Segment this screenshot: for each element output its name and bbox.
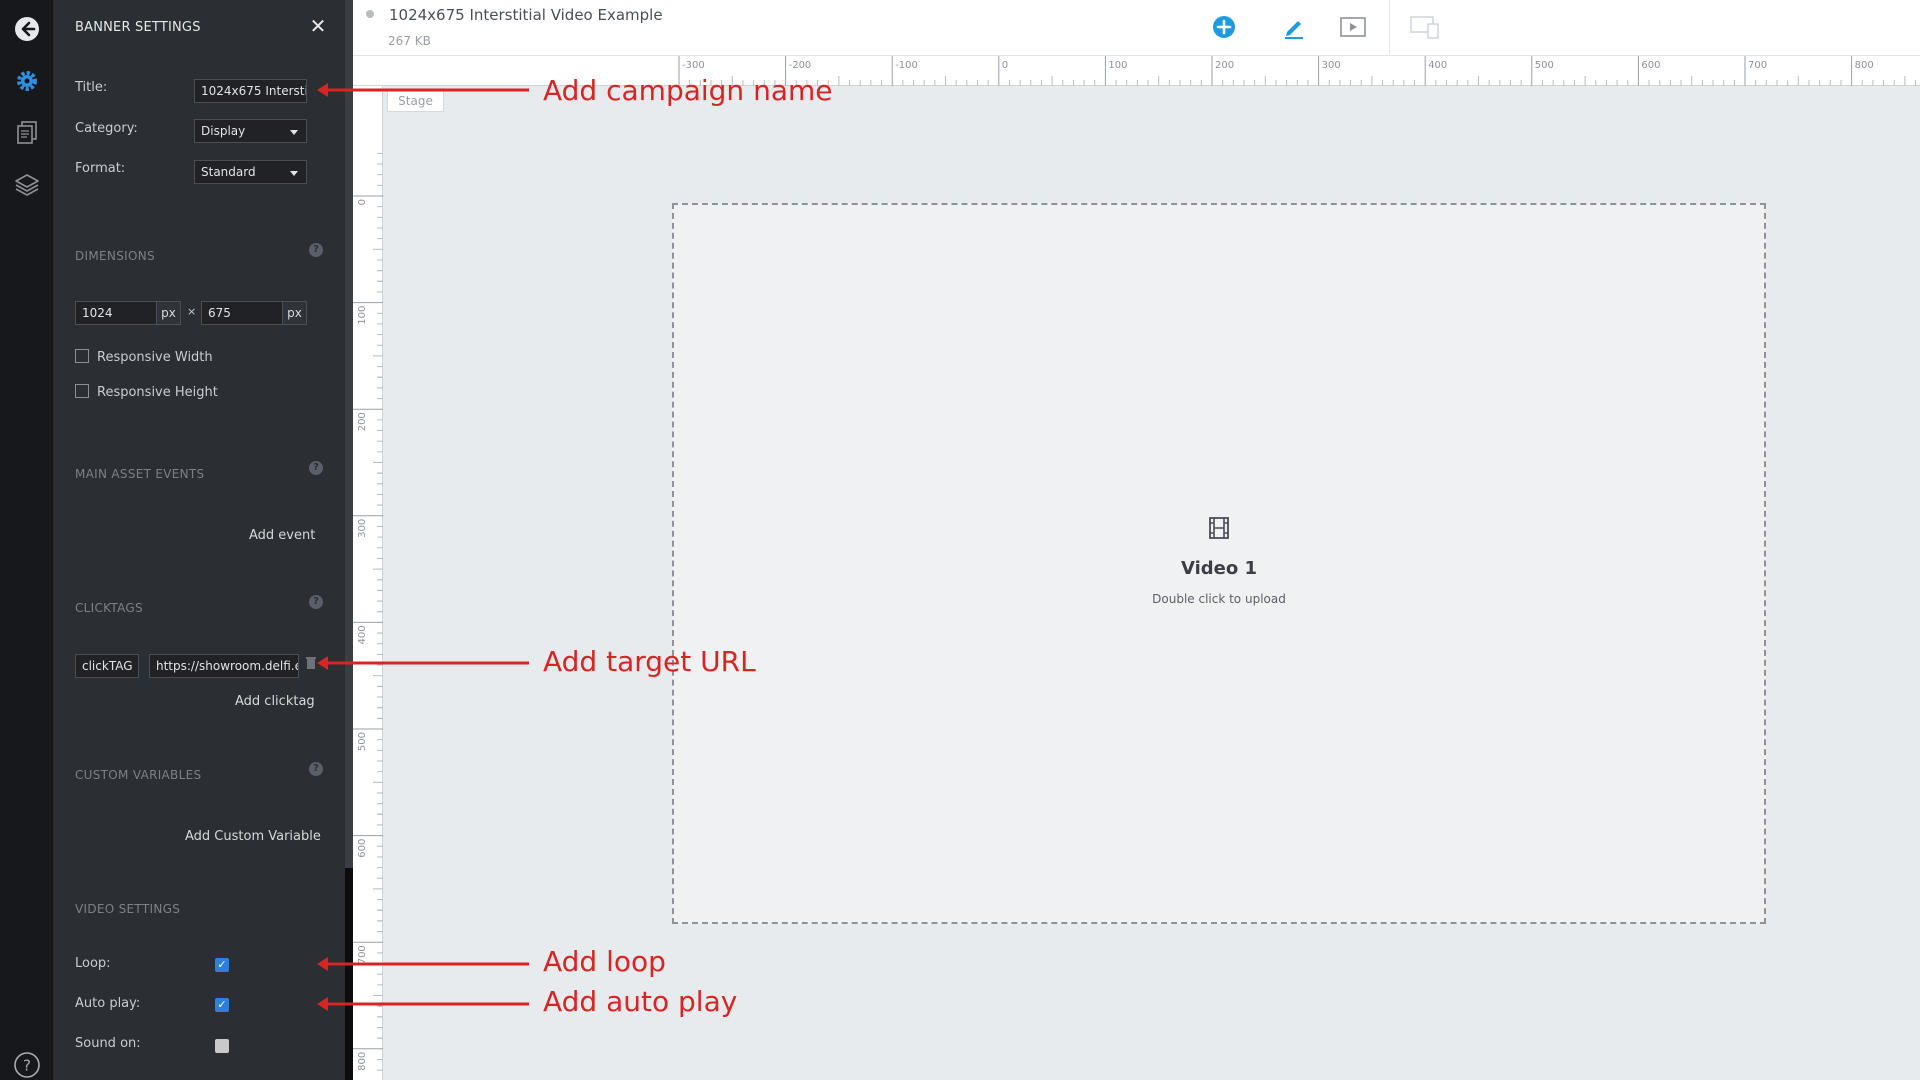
close-icon[interactable]: ✕ (306, 14, 330, 38)
help-icon[interactable]: ? (309, 243, 323, 257)
svg-text:?: ? (23, 1056, 31, 1074)
dimensions-heading: DIMENSIONS (75, 249, 155, 263)
clicktags-heading: CLICKTAGS (75, 601, 143, 615)
category-select[interactable]: Display (194, 119, 307, 143)
ruler-label: -100 (895, 60, 918, 71)
panel-title: BANNER SETTINGS (75, 20, 201, 35)
ruler-label: 600 (1641, 60, 1660, 71)
width-unit: px (156, 301, 181, 325)
help-icon[interactable]: ? (10, 1048, 43, 1080)
panel-scrollbar-track (345, 868, 353, 1080)
responsive-width-label: Responsive Width (97, 350, 213, 365)
ruler-label: 400 (357, 625, 368, 644)
video-settings-heading: VIDEO SETTINGS (75, 902, 181, 916)
annotation-url: Add target URL (543, 645, 756, 678)
autoplay-checkbox[interactable]: ✓ (215, 998, 229, 1012)
document-size: 267 KB (388, 34, 431, 48)
ruler-label: 700 (1748, 60, 1767, 71)
ruler-label: -300 (682, 60, 705, 71)
top-bar: 1024x675 Interstitial Video Example 267 … (353, 0, 1920, 56)
help-icon[interactable]: ? (309, 461, 323, 475)
edit-icon[interactable] (1277, 10, 1311, 44)
annotation-arrow (317, 83, 529, 97)
gear-icon[interactable] (10, 64, 43, 97)
annotation-arrow (317, 656, 529, 670)
autoplay-label: Auto play: (75, 996, 141, 1011)
annotation-campaign: Add campaign name (543, 74, 833, 107)
title-label: Title: (75, 80, 108, 95)
category-label: Category: (75, 121, 138, 136)
back-icon[interactable] (10, 12, 43, 45)
responsive-width-checkbox[interactable] (75, 349, 89, 363)
ruler-label: 600 (357, 839, 368, 858)
annotation-arrow (317, 957, 529, 971)
title-input[interactable]: 1024x675 Interstitial Video Example (194, 79, 307, 103)
add-custom-variable-link[interactable]: Add Custom Variable (185, 829, 321, 844)
clicktag-name-input[interactable]: clickTAG (75, 654, 139, 678)
ruler-label: 100 (1108, 60, 1127, 71)
ruler-label: 300 (1322, 60, 1341, 71)
add-event-link[interactable]: Add event (249, 528, 315, 543)
status-dot (366, 10, 374, 18)
category-value: Display (201, 124, 246, 138)
help-icon[interactable]: ? (309, 595, 323, 609)
width-input[interactable]: 1024 (75, 301, 157, 325)
annotation-arrow (317, 997, 529, 1011)
film-icon (1207, 516, 1231, 540)
clicktag-url-input[interactable]: https://showroom.delfi.ee (149, 654, 299, 678)
ruler-label: 300 (357, 519, 368, 538)
video-placeholder-hint: Double click to upload (1152, 592, 1286, 606)
layers-icon[interactable] (10, 168, 43, 201)
annotation-autoplay: Add auto play (543, 985, 738, 1018)
ruler-label: 500 (1535, 60, 1554, 71)
ruler-label: 800 (357, 1052, 368, 1071)
ruler-label: 0 (1002, 60, 1008, 71)
ruler-label: -200 (789, 60, 812, 71)
icon-rail: ? (0, 0, 53, 1080)
responsive-height-checkbox[interactable] (75, 384, 89, 398)
chevron-down-icon (290, 171, 298, 176)
chevron-down-icon (290, 130, 298, 135)
format-label: Format: (75, 161, 126, 176)
responsive-height-label: Responsive Height (97, 385, 218, 400)
video-placeholder-title: Video 1 (1180, 558, 1258, 579)
ruler-label: 100 (357, 306, 368, 325)
help-icon[interactable]: ? (309, 762, 323, 776)
add-icon[interactable] (1207, 10, 1241, 44)
loop-label: Loop: (75, 956, 111, 971)
ruler-label: 800 (1855, 60, 1874, 71)
preview-icon[interactable] (1336, 10, 1370, 44)
times-sign: × (187, 305, 197, 318)
panel-scrollbar[interactable] (345, 0, 353, 868)
add-clicktag-link[interactable]: Add clicktag (235, 694, 315, 709)
toolbar-separator (1389, 0, 1390, 56)
format-value: Standard (201, 165, 256, 179)
ruler-label: 200 (357, 412, 368, 431)
custom-variables-heading: CUSTOM VARIABLES (75, 768, 202, 782)
height-input[interactable]: 675 (201, 301, 283, 325)
main-asset-events-heading: MAIN ASSET EVENTS (75, 467, 205, 481)
ruler-label: 400 (1428, 60, 1447, 71)
annotation-loop: Add loop (543, 945, 666, 978)
format-select[interactable]: Standard (194, 160, 307, 184)
sound-label: Sound on: (75, 1036, 141, 1051)
pages-icon[interactable] (10, 116, 43, 149)
height-unit: px (282, 301, 307, 325)
loop-checkbox[interactable]: ✓ (215, 958, 229, 972)
vertical-ruler: 0 100 200 300 400 500 600 700 800 (353, 86, 383, 1080)
document-title: 1024x675 Interstitial Video Example (389, 6, 663, 24)
ruler-label: 0 (357, 199, 368, 205)
sound-checkbox[interactable] (215, 1039, 229, 1053)
ruler-label: 200 (1215, 60, 1234, 71)
ruler-label: 500 (357, 732, 368, 751)
responsive-preview-icon[interactable] (1408, 10, 1442, 44)
banner-settings-panel: BANNER SETTINGS ✕ Title: 1024x675 Inters… (53, 0, 345, 1080)
